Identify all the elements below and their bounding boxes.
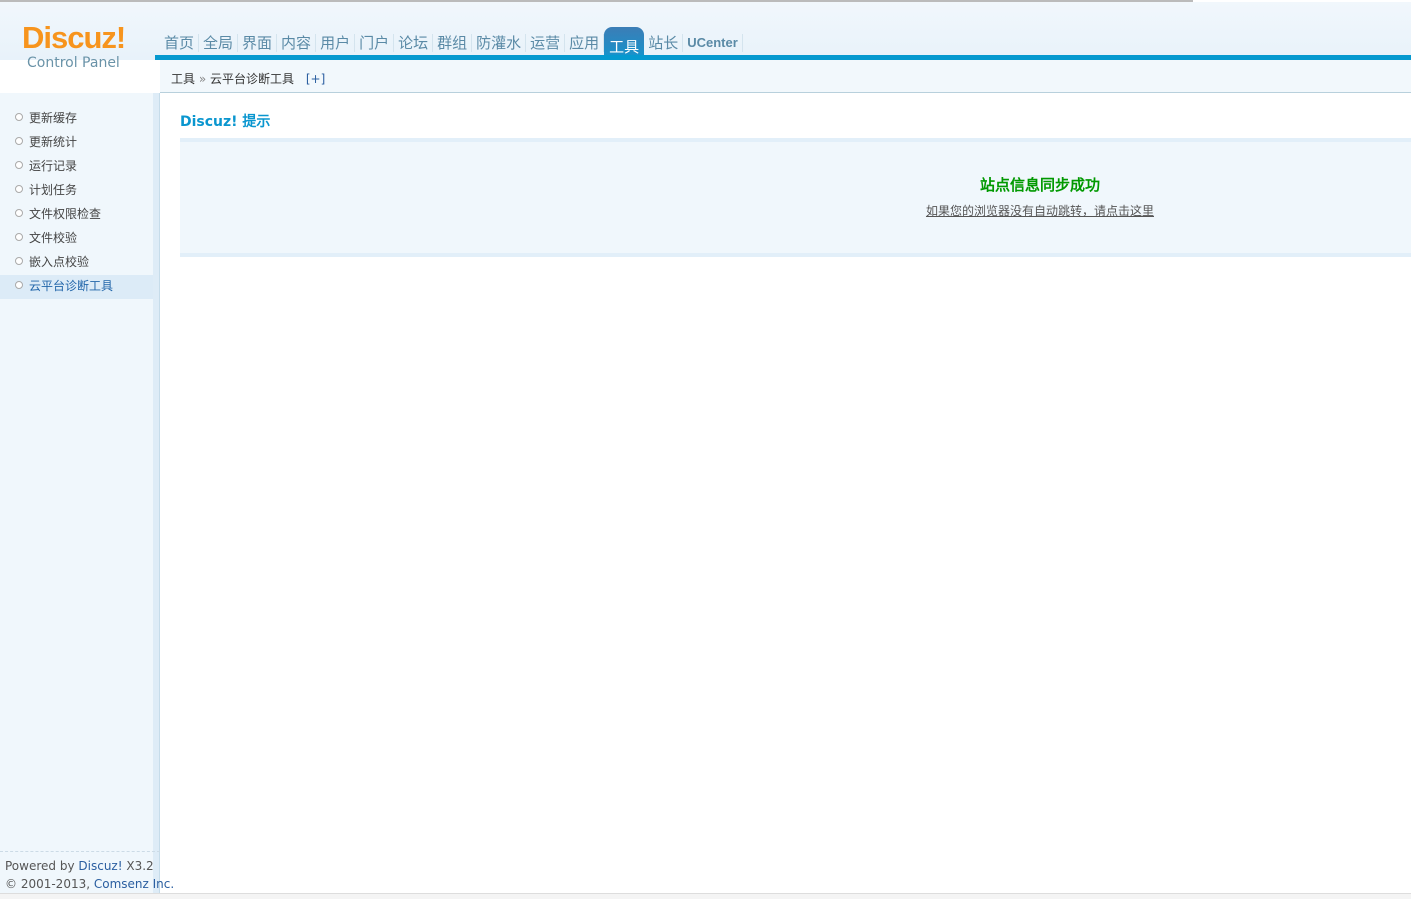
nav-ucenter[interactable]: UCenter: [683, 34, 743, 52]
nav-user[interactable]: 用户: [316, 34, 356, 52]
sidebar-item-cloud-diagnose[interactable]: 云平台诊断工具: [0, 275, 153, 299]
sidebar-divider: [153, 93, 160, 893]
breadcrumb-separator: »: [198, 72, 207, 86]
breadcrumb-section: 工具: [171, 72, 196, 86]
sidebar-item-file-check[interactable]: 文件校验: [0, 227, 153, 251]
nav-home[interactable]: 首页: [160, 34, 200, 52]
success-message: 站点信息同步成功: [979, 176, 1100, 194]
logo-subtitle: Control Panel: [27, 55, 120, 71]
breadcrumb: 工具 » 云平台诊断工具 [+]: [160, 60, 1411, 93]
nav-founder[interactable]: 站长: [644, 34, 684, 52]
page-title: Discuz! 提示: [180, 114, 271, 130]
header: Discuz! Control Panel 首页 全局 界面 内容 用户 门户 …: [0, 2, 1411, 71]
discuz-logo[interactable]: Discuz!: [22, 20, 126, 56]
nav-style[interactable]: 界面: [238, 34, 278, 52]
sidebar: 更新缓存 更新统计 运行记录 计划任务 文件权限检查 文件校验 嵌入点校验 云平…: [0, 93, 153, 893]
nav-extended[interactable]: 运营: [526, 34, 566, 52]
message-box: 站点信息同步成功 如果您的浏览器没有自动跳转，请点击这里: [180, 138, 1411, 257]
version: X3.2: [126, 859, 154, 873]
redirect-link[interactable]: 如果您的浏览器没有自动跳转，请点击这里: [180, 202, 1411, 219]
add-shortcut-button[interactable]: [+]: [306, 72, 325, 86]
powered-by-text: Powered by: [5, 859, 75, 873]
discuz-link[interactable]: Discuz!: [78, 859, 122, 873]
sidebar-item-update-cache[interactable]: 更新缓存: [0, 107, 153, 131]
nav-safe[interactable]: 防灌水: [472, 34, 527, 52]
sidebar-item-update-stats[interactable]: 更新统计: [0, 131, 153, 155]
sidebar-item-cron[interactable]: 计划任务: [0, 179, 153, 203]
nav-forum[interactable]: 论坛: [394, 34, 434, 52]
nav-plugin[interactable]: 应用: [565, 34, 605, 52]
nav-group[interactable]: 群组: [433, 34, 473, 52]
nav-portal[interactable]: 门户: [355, 34, 395, 52]
sidebar-item-file-perms[interactable]: 文件权限检查: [0, 203, 153, 227]
nav-content[interactable]: 内容: [277, 34, 317, 52]
top-nav: 首页 全局 界面 内容 用户 门户 论坛 群组 防灌水 运营 应用 工具 站长 …: [160, 27, 743, 67]
copyright: © 2001-2013,: [5, 877, 91, 891]
sidebar-item-logs[interactable]: 运行记录: [0, 155, 153, 179]
breadcrumb-current: 云平台诊断工具: [210, 72, 295, 86]
nav-global[interactable]: 全局: [199, 34, 239, 52]
comsenz-link[interactable]: Comsenz Inc.: [94, 877, 174, 891]
sidebar-item-hook-check[interactable]: 嵌入点校验: [0, 251, 153, 275]
window-bottom-border: [0, 893, 1411, 899]
footer: Powered by Discuz! X3.2 © 2001-2013, Com…: [0, 851, 174, 898]
